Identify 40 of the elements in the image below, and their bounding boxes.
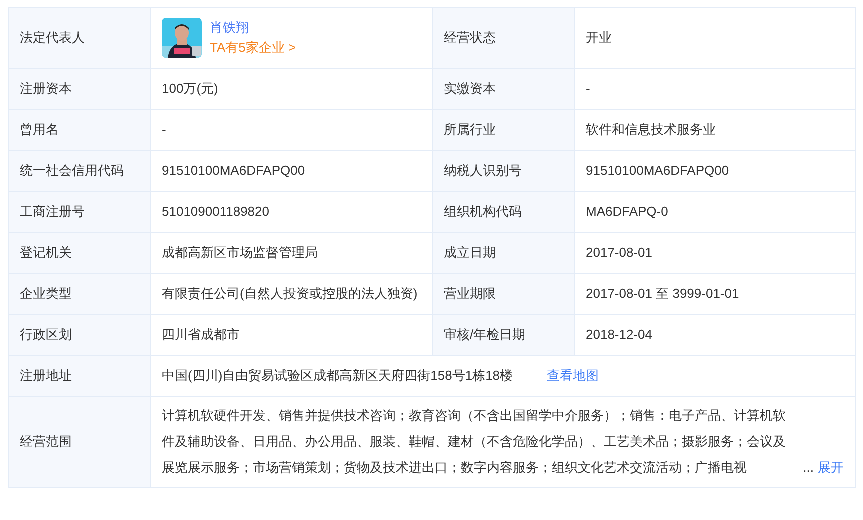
field-value: 成都高新区市场监督管理局	[162, 245, 318, 260]
map-link[interactable]: 查看地图	[547, 366, 600, 386]
field-label: 实缴资本	[432, 68, 574, 110]
field-label: 纳税人识别号	[432, 150, 574, 192]
field-value: 2017-08-01	[586, 245, 652, 260]
field-label: 审核/年检日期	[432, 314, 574, 356]
field-label: 法定代表人	[8, 8, 150, 68]
companies-link[interactable]: TA有5家企业 >	[210, 40, 296, 55]
ellipsis-text: ...	[803, 459, 814, 477]
field-value: 91510100MA6DFAPQ00	[586, 163, 730, 178]
field-label: 所属行业	[432, 110, 574, 150]
field-value: 开业	[586, 30, 612, 45]
field-value: 中国(四川)自由贸易试验区成都高新区天府四街158号1栋18楼	[162, 367, 514, 385]
field-value: 100万(元)	[162, 81, 218, 96]
field-value: -	[162, 122, 166, 137]
person-name-link[interactable]: 肖铁翔	[210, 20, 249, 35]
field-value: 软件和信息技术服务业	[586, 122, 716, 137]
field-value: MA6DFAPQ-0	[586, 204, 668, 219]
field-label: 行政区划	[8, 314, 150, 356]
field-value: 有限责任公司(自然人投资或控股的法人独资)	[162, 286, 418, 301]
expand-link[interactable]: 展开	[818, 455, 844, 481]
field-label: 登记机关	[8, 232, 150, 274]
field-label: 营业期限	[432, 274, 574, 314]
field-label: 经营状态	[432, 8, 574, 68]
field-label: 注册地址	[8, 356, 150, 396]
field-label: 统一社会信用代码	[8, 150, 150, 192]
field-label: 经营范围	[8, 396, 150, 488]
field-value: -	[586, 81, 590, 96]
field-value: 2017-08-01 至 3999-01-01	[586, 286, 740, 301]
field-value: 四川省成都市	[162, 327, 240, 342]
field-label: 工商注册号	[8, 192, 150, 232]
field-label: 企业类型	[8, 274, 150, 314]
field-label: 成立日期	[432, 232, 574, 274]
field-value: 2018-12-04	[586, 327, 652, 342]
field-value: 计算机软硬件开发、销售并提供技术咨询；教育咨询（不含出国留学中介服务）；销售：电子产品、计算机软件及辅助设备、日用品、办公用品、服装、鞋帽、建材（不含危险化学品）、工艺美术品；摄影服务；会议及展览展示服务；市场营销策划；货物及技术进出口；数字内容服务；组织文化艺术交流活动；广播电视	[162, 407, 787, 477]
field-label: 组织机构代码	[432, 192, 574, 232]
field-label: 曾用名	[8, 110, 150, 150]
field-label: 注册资本	[8, 68, 150, 110]
field-value: 91510100MA6DFAPQ00	[162, 163, 306, 178]
field-value: 510109001189820	[162, 204, 270, 219]
